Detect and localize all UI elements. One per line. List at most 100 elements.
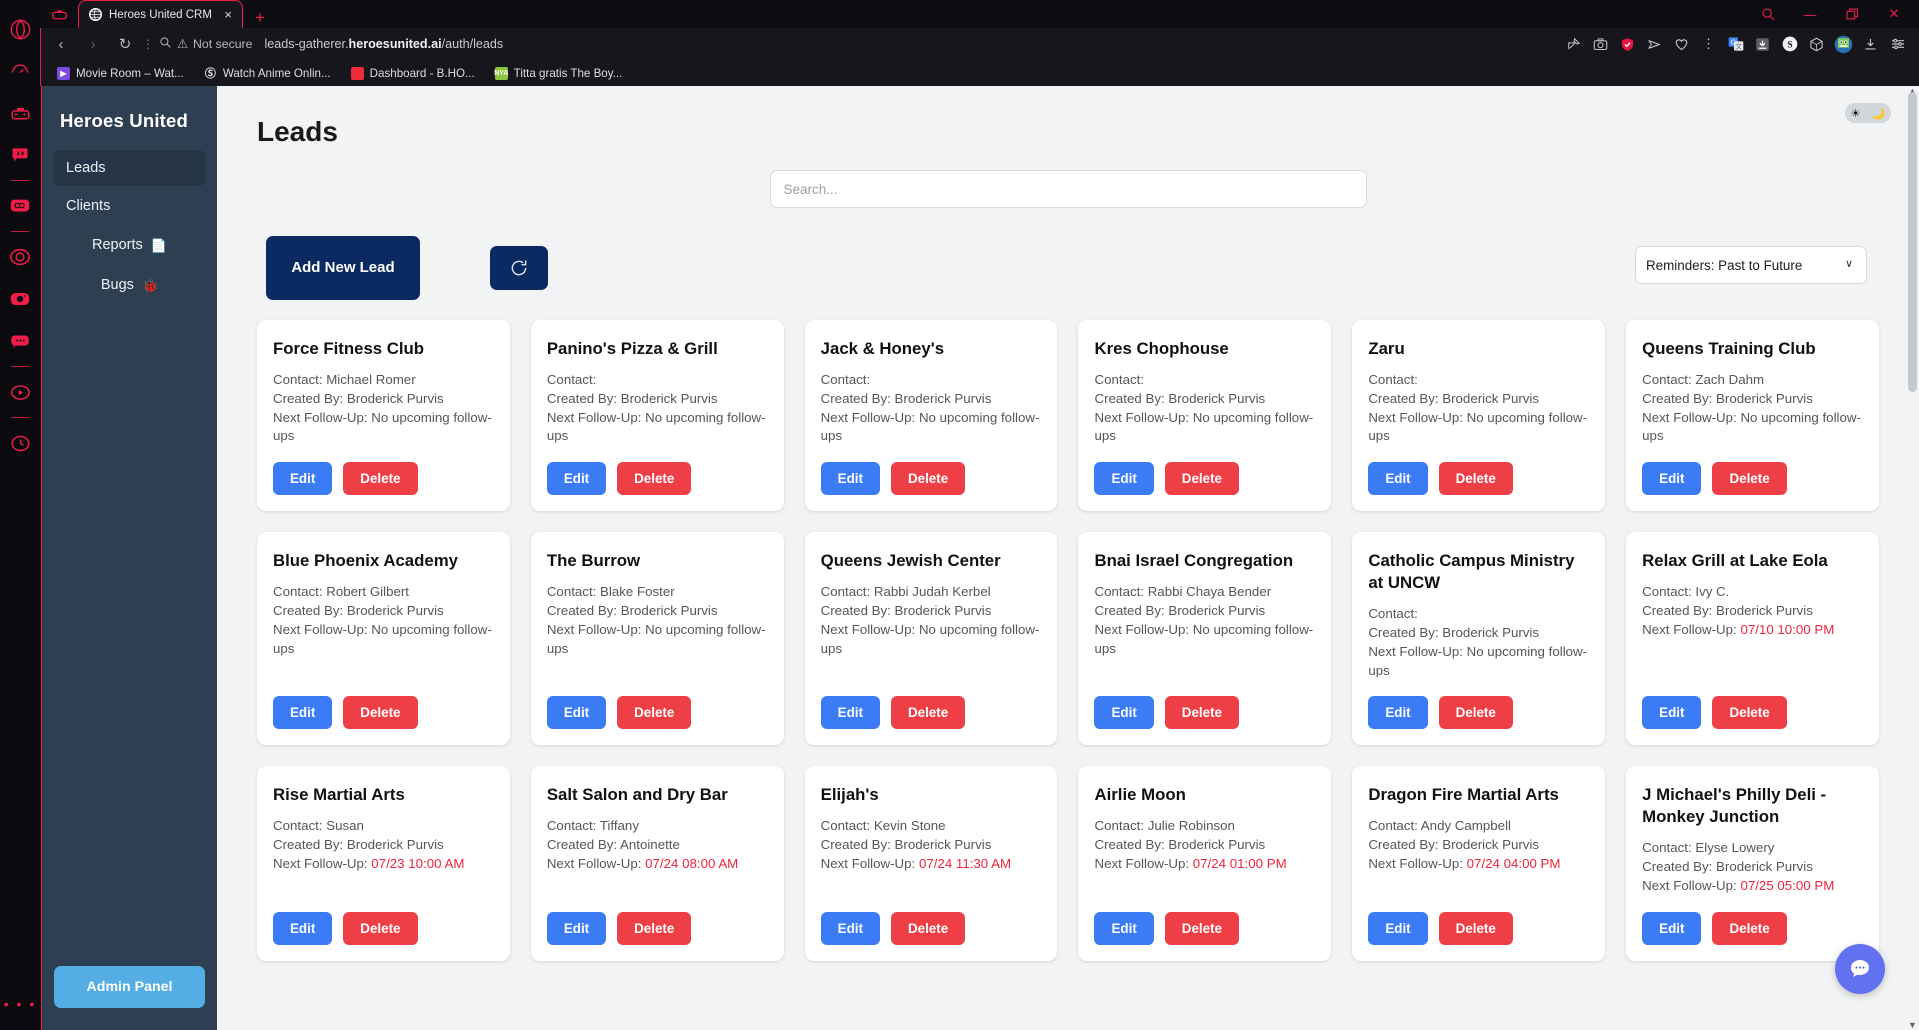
- lead-card: Catholic Campus Ministry at UNCW Contact:…: [1352, 532, 1606, 746]
- edit-button[interactable]: Edit: [1368, 911, 1428, 945]
- bookmark-item[interactable]: ▶ Movie Room – Wat...: [47, 66, 194, 80]
- chat-fab-button[interactable]: [1835, 944, 1885, 994]
- edit-button[interactable]: Edit: [1642, 462, 1702, 496]
- delete-button[interactable]: Delete: [617, 696, 692, 730]
- google-translate-icon[interactable]: G文: [1722, 30, 1749, 58]
- edit-button[interactable]: Edit: [1368, 462, 1428, 496]
- delete-button[interactable]: Delete: [1164, 696, 1239, 730]
- history-clock-icon[interactable]: [4, 427, 36, 459]
- edit-button[interactable]: Edit: [273, 462, 333, 496]
- window-search-icon[interactable]: [1747, 0, 1789, 28]
- edit-button[interactable]: Edit: [1094, 462, 1154, 496]
- reload-button[interactable]: ↻: [109, 30, 141, 58]
- lead-card: Queens Jewish Center Contact: Rabbi Judah…: [804, 532, 1058, 746]
- sidebar-item-reports[interactable]: Reports 📄: [54, 226, 205, 264]
- tab-close-icon[interactable]: ×: [222, 7, 234, 22]
- refresh-button[interactable]: [490, 246, 548, 290]
- video-player-icon[interactable]: [4, 376, 36, 408]
- shield-check-icon[interactable]: [1614, 30, 1641, 58]
- browser-tab-active[interactable]: Heroes United CRM ×: [78, 0, 243, 28]
- delete-button[interactable]: Delete: [1712, 462, 1787, 496]
- window-close-button[interactable]: ✕: [1873, 0, 1915, 28]
- easy-setup-icon[interactable]: [1884, 30, 1911, 58]
- delete-button[interactable]: Delete: [890, 462, 966, 496]
- delete-button[interactable]: Delete: [1438, 911, 1513, 945]
- delete-button[interactable]: Delete: [617, 462, 692, 496]
- delete-button[interactable]: Delete: [343, 911, 418, 945]
- edit-button[interactable]: Edit: [820, 462, 880, 496]
- rail-more-button[interactable]: • • •: [0, 996, 40, 1012]
- sort-select[interactable]: Reminders: Past to Future: [1635, 246, 1867, 284]
- heart-icon[interactable]: [1668, 30, 1695, 58]
- theme-toggle[interactable]: ☀ 🌙: [1845, 103, 1891, 123]
- messenger-icon[interactable]: [4, 325, 36, 357]
- bookmark-item[interactable]: NYA Titta gratis The Boy...: [485, 66, 633, 80]
- cube-icon[interactable]: [1803, 30, 1830, 58]
- delete-button[interactable]: Delete: [343, 696, 418, 730]
- toolbar-vertical-dots-icon[interactable]: ⋮: [1695, 30, 1722, 58]
- add-new-lead-button[interactable]: Add New Lead: [266, 236, 420, 300]
- edit-button[interactable]: Edit: [273, 911, 333, 945]
- scrollbar-thumb[interactable]: [1908, 92, 1917, 392]
- sidebar-item-bugs[interactable]: Bugs 🐞: [54, 266, 205, 304]
- twitch-icon[interactable]: [4, 139, 36, 171]
- sidebar-item-clients[interactable]: Clients: [54, 188, 205, 224]
- bookmark-item[interactable]: Dashboard - B.HO...: [341, 66, 485, 80]
- scroll-down-arrow-icon[interactable]: ▼: [1906, 1020, 1919, 1030]
- lead-card: The Burrow Contact: Blake Foster Created B…: [530, 532, 784, 746]
- delete-button[interactable]: Delete: [1438, 696, 1513, 730]
- download-arrow-icon[interactable]: [1749, 30, 1776, 58]
- forward-button[interactable]: ›: [77, 30, 109, 58]
- new-tab-button[interactable]: +: [243, 9, 277, 28]
- profile-avatar-icon[interactable]: [1830, 30, 1857, 58]
- edit-button[interactable]: Edit: [1642, 696, 1702, 730]
- tab-gamepad-icon[interactable]: [40, 0, 78, 28]
- chatgpt-icon[interactable]: [4, 190, 36, 222]
- delete-button[interactable]: Delete: [1712, 911, 1787, 945]
- window-minimize-button[interactable]: —: [1789, 0, 1831, 28]
- follow-up-label: Next Follow-Up:: [1368, 643, 1467, 659]
- admin-panel-button[interactable]: Admin Panel: [54, 966, 205, 1008]
- shopify-icon[interactable]: S: [1776, 30, 1803, 58]
- lead-card: Bnai Israel Congregation Contact: Rabbi C…: [1078, 532, 1332, 746]
- instagram-icon[interactable]: [4, 283, 36, 315]
- edit-button[interactable]: Edit: [546, 462, 607, 496]
- edit-button[interactable]: Edit: [1642, 911, 1702, 945]
- delete-button[interactable]: Delete: [1164, 462, 1239, 496]
- security-indicator[interactable]: ⚠ Not secure: [155, 36, 261, 52]
- edit-button[interactable]: Edit: [1094, 911, 1154, 945]
- send-icon[interactable]: [1641, 30, 1668, 58]
- search-input[interactable]: [769, 170, 1367, 208]
- sidebar-item-leads[interactable]: Leads: [54, 150, 205, 186]
- page-scrollbar[interactable]: ▲ ▼: [1906, 86, 1919, 1030]
- edit-button[interactable]: Edit: [820, 696, 880, 730]
- back-button[interactable]: ‹: [45, 30, 77, 58]
- camera-icon[interactable]: [1587, 30, 1614, 58]
- lead-created-by: Created By: Broderick Purvis: [273, 603, 444, 619]
- delete-button[interactable]: Delete: [890, 911, 966, 945]
- whatsapp-icon[interactable]: [4, 241, 36, 273]
- delete-button[interactable]: Delete: [1712, 696, 1787, 730]
- edit-button[interactable]: Edit: [1368, 696, 1428, 730]
- downloads-icon[interactable]: [1857, 30, 1884, 58]
- edit-button[interactable]: Edit: [820, 911, 880, 945]
- lead-name: J Michael's Philly Deli - Monkey Junctio…: [1642, 785, 1827, 827]
- edit-button[interactable]: Edit: [546, 696, 607, 730]
- window-restore-button[interactable]: [1831, 0, 1873, 28]
- lead-card-actions: Edit Delete: [273, 446, 494, 496]
- edit-button[interactable]: Edit: [546, 911, 607, 945]
- bookmark-item[interactable]: Ⓢ Watch Anime Onlin...: [194, 67, 341, 81]
- delete-button[interactable]: Delete: [890, 696, 966, 730]
- delete-button[interactable]: Delete: [1164, 911, 1239, 945]
- delete-button[interactable]: Delete: [1438, 462, 1513, 496]
- delete-button[interactable]: Delete: [617, 911, 692, 945]
- speed-dial-icon[interactable]: [4, 55, 36, 87]
- url-text[interactable]: leads-gatherer.heroesunited.ai/auth/lead…: [261, 37, 504, 51]
- pin-edit-icon[interactable]: [1560, 30, 1587, 58]
- address-vertical-dots-icon[interactable]: ⋮: [141, 37, 155, 51]
- gamepad-icon[interactable]: [4, 97, 36, 129]
- edit-button[interactable]: Edit: [273, 696, 333, 730]
- delete-button[interactable]: Delete: [343, 462, 418, 496]
- opera-logo-icon[interactable]: [4, 13, 36, 45]
- edit-button[interactable]: Edit: [1094, 696, 1154, 730]
